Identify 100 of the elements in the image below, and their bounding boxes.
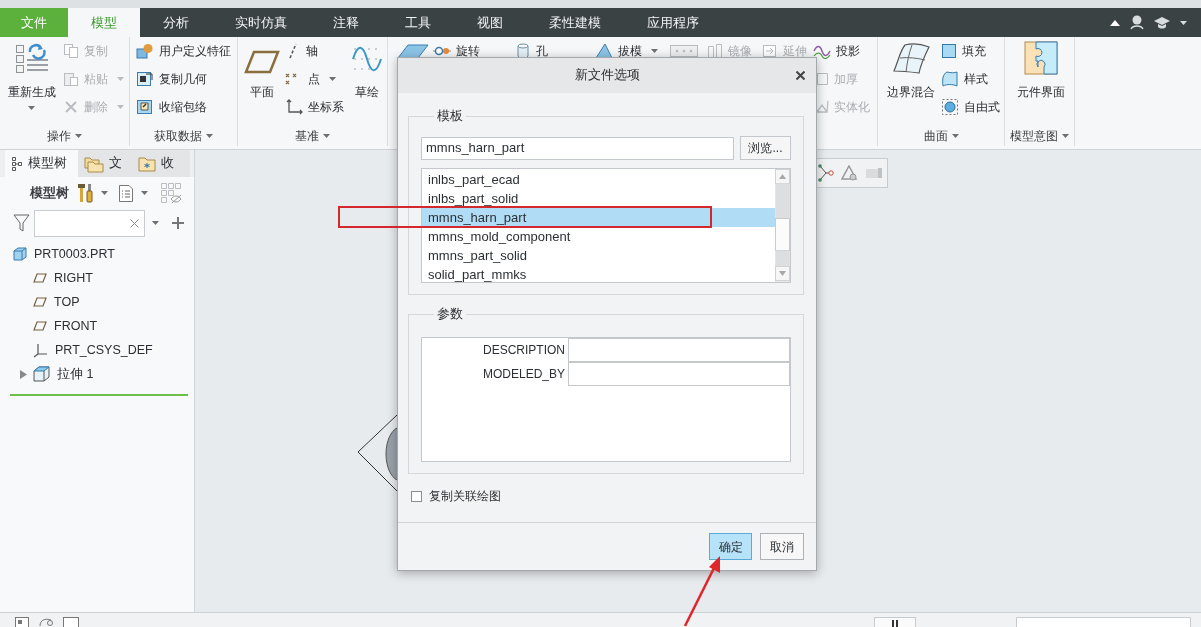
caret-icon	[1062, 134, 1069, 138]
group-title: 参数	[436, 306, 464, 322]
search-field[interactable]	[34, 209, 145, 237]
toolbar-label: 模型树	[30, 184, 69, 202]
framed-square-icon	[136, 71, 154, 87]
ribbon-tab[interactable]: 柔性建模	[526, 8, 624, 37]
panel-tab[interactable]: 模型树	[5, 150, 78, 177]
ribbon-button[interactable]: 重新生成	[7, 37, 56, 110]
ribbon-button[interactable]: 元件界面	[1017, 37, 1065, 100]
ribbon-button[interactable]: 点	[285, 65, 336, 93]
ribbon-tab[interactable]: 模型	[68, 8, 140, 37]
ribbon-tab[interactable]: 实时仿真	[212, 8, 310, 37]
parameter-value-field[interactable]	[568, 338, 790, 362]
ribbon-button[interactable]: 用户定义特征	[136, 37, 231, 65]
group-menu-button[interactable]: 基准	[295, 128, 330, 144]
expand-arrow-icon[interactable]	[19, 369, 27, 379]
template-field[interactable]: mmns_harn_part	[421, 136, 734, 160]
delete-icon	[63, 99, 79, 115]
tree-item-label[interactable]: FRONT	[54, 316, 98, 336]
checkbox-label[interactable]: 复制关联绘图	[429, 487, 501, 505]
tree-item-label[interactable]: PRT0003.PRT	[34, 244, 115, 264]
two-bars-icon	[707, 43, 723, 59]
document-list-icon[interactable]	[118, 183, 134, 203]
parameter-value-field[interactable]	[568, 362, 790, 386]
star-folder-icon	[138, 155, 156, 172]
list-item[interactable]: inlbs_part_ecad	[422, 170, 775, 189]
group-menu-button[interactable]: 模型意图	[1010, 128, 1069, 144]
ribbon-tab[interactable]: 视图	[454, 8, 526, 37]
caret-icon	[206, 134, 213, 138]
coordinate-axes-icon	[285, 99, 303, 115]
open-cube-icon	[33, 366, 50, 382]
ribbon-button[interactable]: 平面	[244, 37, 280, 100]
tree-item-label[interactable]: 拉伸 1	[57, 364, 94, 384]
filter-field[interactable]	[1016, 617, 1191, 627]
refresh-list-icon	[13, 43, 50, 75]
plane-icon	[33, 273, 47, 283]
close-button[interactable]	[794, 69, 806, 81]
caret-icon	[152, 221, 159, 225]
node-link-icon[interactable]	[818, 164, 834, 182]
dialog-button[interactable]: 确定	[709, 533, 752, 560]
clear-icon[interactable]	[130, 218, 139, 228]
ribbon-button[interactable]: 填充	[941, 37, 986, 65]
ribbon-button[interactable]: 投影	[813, 43, 860, 59]
panel-tab[interactable]: 文	[78, 150, 132, 177]
panel-tab[interactable]: 收	[132, 150, 190, 177]
plus-icon[interactable]	[172, 217, 184, 229]
ribbon-button[interactable]: 自由式	[941, 93, 1000, 121]
window-icon[interactable]	[15, 617, 29, 627]
cube-icon	[13, 247, 27, 261]
hook-icon[interactable]	[39, 617, 53, 627]
browse-button[interactable]: 浏览...	[740, 136, 791, 160]
close-icon	[795, 70, 805, 80]
chevron-up-icon[interactable]	[1110, 19, 1120, 26]
list-item[interactable]: mmns_part_solid	[422, 246, 775, 265]
arrow-box-icon	[762, 43, 778, 59]
ribbon-tab[interactable]: 工具	[382, 8, 454, 37]
graduation-cap-icon[interactable]	[1154, 16, 1170, 29]
ribbon-button[interactable]: 复制几何	[136, 65, 207, 93]
caret-icon	[1180, 20, 1187, 25]
grid-hide-icon[interactable]	[160, 182, 182, 204]
filter-icon[interactable]	[13, 214, 30, 232]
group-menu-button[interactable]: 操作	[47, 128, 82, 144]
ribbon-button[interactable]: 边界混合	[887, 37, 935, 100]
tree-item-label[interactable]: TOP	[54, 292, 80, 312]
caret-icon	[141, 191, 148, 195]
tools-icon[interactable]	[77, 183, 94, 203]
ribbon-tab[interactable]: 应用程序	[624, 8, 722, 37]
wave-lines-icon	[813, 43, 831, 59]
triangle-icon[interactable]	[841, 165, 858, 181]
parameter-name: MODELED_BY	[481, 366, 566, 383]
copy-icon	[63, 43, 79, 59]
dialog-button[interactable]: 取消	[760, 533, 804, 560]
list-item[interactable]: inlbs_part_solid	[422, 189, 775, 208]
checkbox[interactable]	[411, 490, 422, 502]
coordinate-axes-icon	[33, 342, 48, 358]
scrollbar[interactable]	[775, 169, 790, 282]
group-menu-button[interactable]: 获取数据	[154, 128, 213, 144]
icon-button[interactable]	[397, 43, 429, 59]
pause-icon	[891, 620, 899, 627]
sphere-in-box-icon	[941, 98, 959, 116]
group-title: 模板	[436, 108, 464, 124]
group-menu-button[interactable]: 曲面	[923, 128, 959, 144]
ribbon-button[interactable]: 草绘	[352, 37, 382, 100]
ribbon-button[interactable]: 轴	[285, 37, 318, 65]
ribbon-tab[interactable]: 分析	[140, 8, 212, 37]
selection-filter-box[interactable]	[874, 617, 916, 627]
ribbon-button[interactable]: 样式	[941, 65, 988, 93]
paste-icon	[63, 71, 79, 87]
tree-structure-icon	[11, 155, 23, 172]
ribbon-button[interactable]: 收缩包络	[136, 93, 207, 121]
ribbon-tab[interactable]: 注释	[310, 8, 382, 37]
user-icon[interactable]	[1130, 15, 1144, 30]
list-item[interactable]: mmns_harn_part	[422, 208, 775, 227]
caret-icon	[101, 191, 108, 195]
list-item[interactable]: mmns_mold_component	[422, 227, 775, 246]
tree-item-label[interactable]: PRT_CSYS_DEF	[55, 340, 153, 360]
tree-item-label[interactable]: RIGHT	[54, 268, 93, 288]
ribbon-button[interactable]: 旋转	[433, 43, 480, 59]
ribbon-button[interactable]: 坐标系	[285, 93, 344, 121]
list-item[interactable]: solid_part_mmks	[422, 265, 775, 282]
